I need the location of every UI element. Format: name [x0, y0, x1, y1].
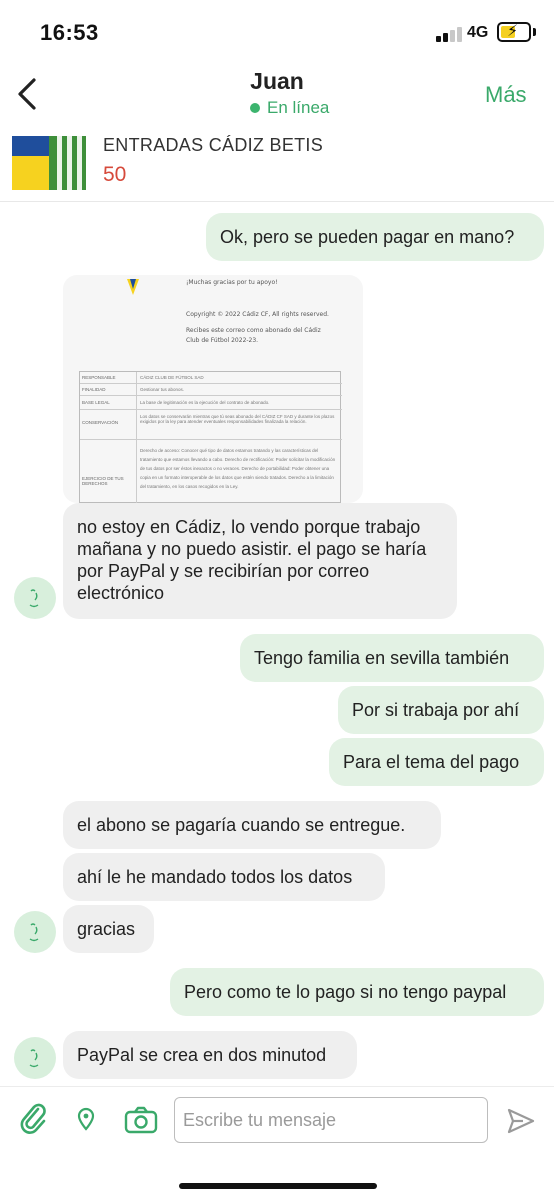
message-input[interactable] — [174, 1097, 488, 1143]
network-type: 4G — [467, 24, 489, 41]
send-icon — [507, 1108, 535, 1134]
contact-avatar[interactable] — [14, 911, 56, 953]
message-in[interactable]: gracias — [63, 905, 154, 953]
message-out[interactable]: Para el tema del pago — [329, 738, 544, 786]
doc-copyright: Copyright © 2022 Cádiz CF, All rights re… — [186, 311, 329, 318]
message-out[interactable]: Tengo familia en sevilla también — [240, 634, 544, 682]
listing-title: ENTRADAS CÁDIZ BETIS — [103, 135, 324, 155]
listing-price: 50 — [103, 163, 127, 186]
doc-table-text: Gestionar tus abonos. — [140, 387, 185, 392]
presence-status: En línea — [250, 98, 329, 118]
contact-avatar[interactable] — [14, 577, 56, 619]
message-out[interactable]: Por si trabaja por ahí — [338, 686, 544, 734]
image-message[interactable]: ¡Muchas gracias por tu apoyo! Copyright … — [63, 275, 363, 503]
message-in[interactable]: el abono se pagaría cuando se entregue. — [63, 801, 441, 849]
more-button[interactable]: Más — [485, 82, 527, 108]
doc-table: RESPONSABLE CÁDIZ CLUB DE FÚTBOL SAD FIN… — [79, 371, 342, 503]
doc-table-text: Los datos se conservarán mientras que tú… — [140, 414, 335, 424]
contact-name[interactable]: Juan — [0, 68, 554, 95]
listing-thumbnail — [12, 136, 86, 190]
message-out[interactable]: Ok, pero se pueden pagar en mano? — [206, 213, 544, 261]
doc-table-text: CÁDIZ CLUB DE FÚTBOL SAD — [140, 375, 204, 380]
doc-table-label: RESPONSABLE — [82, 375, 116, 380]
doc-table-label: BASE LEGAL — [82, 400, 110, 405]
contact-avatar[interactable] — [14, 1037, 56, 1079]
message-composer — [0, 1086, 554, 1200]
battery-tip — [533, 28, 536, 36]
doc-table-text: La base de legitimación es la ejecución … — [140, 400, 270, 405]
status-time: 16:53 — [40, 20, 99, 45]
location-button[interactable] — [76, 1107, 96, 1138]
cadiz-logo-icon — [127, 279, 139, 295]
doc-notice-2: Club de Fútbol 2022-23. — [186, 337, 259, 344]
message-out[interactable]: Pero como te lo pago si no tengo paypal — [170, 968, 544, 1016]
camera-icon — [124, 1106, 158, 1134]
avatar-face-icon — [29, 1049, 39, 1068]
doc-table-label: CONSERVACIÓN — [82, 420, 119, 425]
camera-button[interactable] — [124, 1105, 158, 1140]
paperclip-icon — [20, 1103, 46, 1134]
online-dot-icon — [250, 103, 260, 113]
attach-button[interactable] — [18, 1101, 48, 1142]
avatar-face-icon — [29, 589, 39, 608]
status-bar: 16:53 4G ⚡ — [0, 0, 554, 60]
avatar-face-icon — [29, 923, 39, 942]
message-in[interactable]: no estoy en Cádiz, lo vendo porque traba… — [63, 503, 457, 619]
presence-label: En línea — [267, 98, 330, 117]
location-pin-icon — [77, 1107, 95, 1131]
doc-notice-1: Recibes este correo como abonado del Cád… — [186, 327, 321, 334]
doc-table-label: FINALIDAD — [82, 387, 106, 392]
doc-table-text: Derecho de acceso: Conocer qué tipo de d… — [140, 448, 336, 489]
home-indicator[interactable] — [179, 1183, 377, 1189]
send-button[interactable] — [506, 1107, 536, 1140]
message-in[interactable]: PayPal se crea en dos minutod — [63, 1031, 357, 1079]
doc-thanks: ¡Muchas gracias por tu apoyo! — [186, 279, 278, 286]
signal-icon — [436, 26, 464, 42]
chat-thread[interactable]: Ok, pero se pueden pagar en mano? ¡Mucha… — [0, 203, 554, 1086]
listing-card[interactable]: ENTRADAS CÁDIZ BETIS 50 — [0, 130, 554, 202]
doc-table-label: EJERCICIO DE TUS DERECHOS — [82, 476, 124, 486]
message-in[interactable]: ahí le he mandado todos los datos — [63, 853, 385, 901]
battery-charging-icon: ⚡ — [497, 22, 531, 42]
